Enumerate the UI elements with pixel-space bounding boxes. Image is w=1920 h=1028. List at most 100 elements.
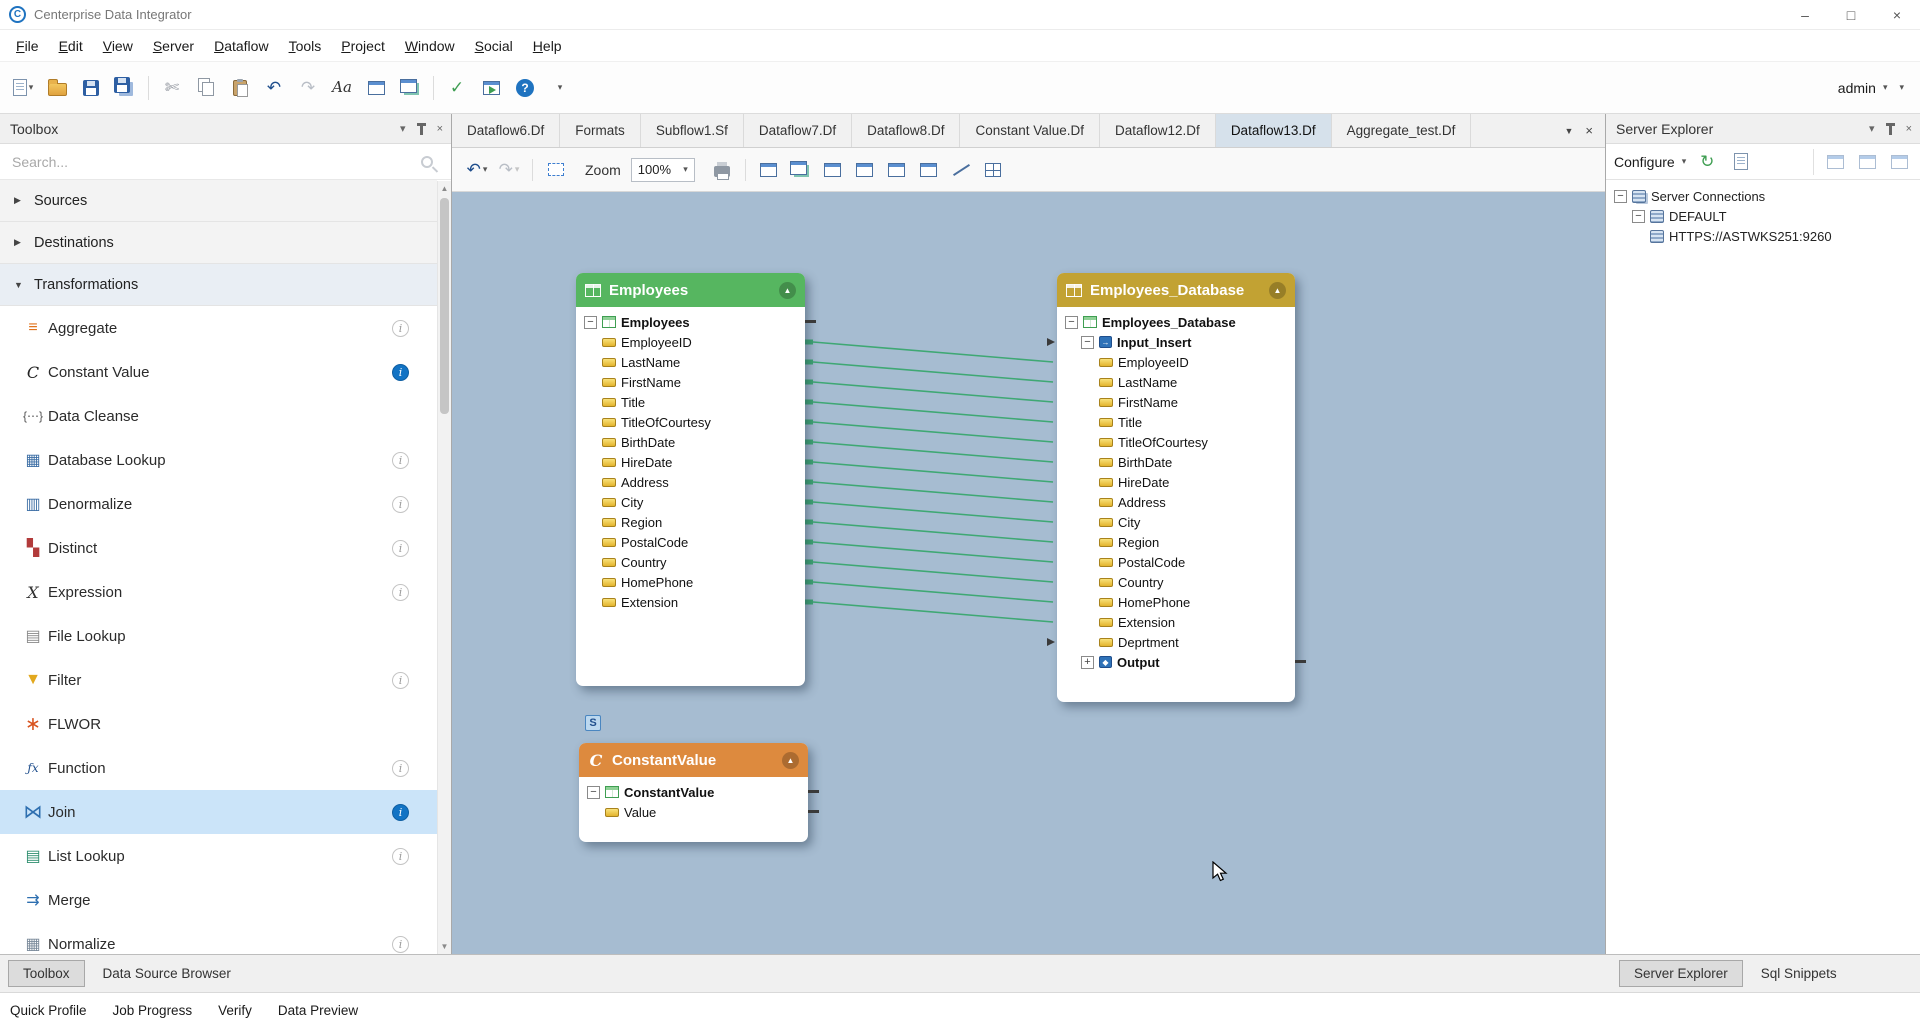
node-constant-value-header[interactable]: C ConstantValue ▲: [579, 743, 808, 777]
scrollbar-thumb[interactable]: [440, 198, 449, 414]
expand-expander-icon[interactable]: +: [1081, 656, 1094, 669]
toolbox-item-constant-value[interactable]: CConstant Valuei: [0, 350, 437, 394]
toolbox-item-merge[interactable]: ⇉Merge: [0, 878, 437, 922]
menu-edit[interactable]: Edit: [49, 30, 93, 62]
field-row[interactable]: PostalCode: [584, 532, 799, 552]
undo-button[interactable]: ↶▾: [462, 155, 492, 185]
configure-button[interactable]: Configure ▾: [1614, 154, 1686, 170]
server-tree-item-default[interactable]: −DEFAULT: [1610, 206, 1916, 226]
field-row[interactable]: Value: [587, 802, 802, 822]
field-row[interactable]: TitleOfCourtesy: [1065, 432, 1289, 452]
auto-layout-button[interactable]: [978, 155, 1008, 185]
window-position-icon[interactable]: ▾: [400, 122, 406, 135]
toolbox-item-function[interactable]: ƒxFunctioni: [0, 746, 437, 790]
status-data-preview[interactable]: Data Preview: [278, 1003, 358, 1018]
toolbar-overflow-button[interactable]: ▾: [1899, 82, 1904, 93]
bottom-tab-toolbox[interactable]: Toolbox: [8, 960, 85, 987]
collapse-node-button[interactable]: ▲: [1269, 282, 1286, 299]
field-row[interactable]: City: [1065, 512, 1289, 532]
toolbox-item-file-lookup[interactable]: ▤File Lookup: [0, 614, 437, 658]
expand-all-button[interactable]: [754, 155, 784, 185]
tab-aggregate-test-df[interactable]: Aggregate_test.Df: [1332, 114, 1472, 147]
status-verify[interactable]: Verify: [218, 1003, 252, 1018]
bottom-tab-data-source-browser[interactable]: Data Source Browser: [89, 961, 245, 986]
paste-button[interactable]: [224, 72, 256, 104]
field-row[interactable]: Region: [584, 512, 799, 532]
field-row[interactable]: Extension: [584, 592, 799, 612]
field-row[interactable]: Country: [584, 552, 799, 572]
field-row[interactable]: Address: [584, 472, 799, 492]
collapse-expander-icon[interactable]: −: [584, 316, 597, 329]
field-row[interactable]: TitleOfCourtesy: [584, 412, 799, 432]
align-left-button[interactable]: [818, 155, 848, 185]
save-all-button[interactable]: [109, 72, 141, 104]
close-panel-icon[interactable]: ×: [437, 123, 443, 135]
menu-file[interactable]: File: [6, 30, 49, 62]
undo-button[interactable]: ↶: [258, 72, 290, 104]
output-port[interactable]: [808, 790, 819, 793]
field-row[interactable]: LastName: [1065, 372, 1289, 392]
tab-constant-value-df[interactable]: Constant Value.Df: [960, 114, 1100, 147]
node-constant-value[interactable]: C ConstantValue ▲ −ConstantValueValue: [579, 743, 808, 842]
server-tree-item-https-astwks251-9260[interactable]: HTTPS://ASTWKS251:9260: [1610, 226, 1916, 246]
toolbox-item-list-lookup[interactable]: ▤List Lookupi: [0, 834, 437, 878]
tab-dataflow7-df[interactable]: Dataflow7.Df: [744, 114, 852, 147]
field-row[interactable]: HireDate: [584, 452, 799, 472]
field-row[interactable]: FirstName: [1065, 392, 1289, 412]
distribute-button[interactable]: [914, 155, 944, 185]
info-icon[interactable]: i: [392, 364, 409, 381]
tab-subflow1-sf[interactable]: Subflow1.Sf: [641, 114, 744, 147]
info-icon[interactable]: i: [392, 320, 409, 337]
node-employees[interactable]: Employees ▲ −EmployeesEmployeeIDLastName…: [576, 273, 805, 686]
scroll-down-button[interactable]: ▼: [438, 939, 451, 954]
collapse-expander-icon[interactable]: −: [587, 786, 600, 799]
collapse-expander-icon[interactable]: −: [1632, 210, 1645, 223]
output-port[interactable]: [808, 810, 819, 813]
validate-button[interactable]: ✓: [441, 72, 473, 104]
collapse-node-button[interactable]: ▲: [779, 282, 796, 299]
refresh-button[interactable]: ↻: [1694, 149, 1720, 175]
scroll-up-button[interactable]: ▲: [438, 181, 451, 196]
input-port[interactable]: [1047, 638, 1055, 646]
field-row[interactable]: FirstName: [584, 372, 799, 392]
format-font-button[interactable]: Aa: [326, 72, 358, 104]
info-icon[interactable]: i: [392, 584, 409, 601]
section-sources[interactable]: ▶Sources: [0, 180, 437, 222]
script-button[interactable]: [1728, 149, 1754, 175]
field-row[interactable]: Country: [1065, 572, 1289, 592]
node-employees-database-header[interactable]: Employees_Database ▲: [1057, 273, 1295, 307]
close-tab-icon[interactable]: ×: [1585, 123, 1593, 138]
toolbox-scrollbar[interactable]: ▲ ▼: [437, 181, 451, 954]
toolbox-item-join[interactable]: ⋈Joini: [0, 790, 437, 834]
field-row[interactable]: Address: [1065, 492, 1289, 512]
field-row[interactable]: Title: [1065, 412, 1289, 432]
node-employees-database[interactable]: Employees_Database ▲ −Employees_Database…: [1057, 273, 1295, 702]
redo-button[interactable]: ↷▾: [494, 155, 524, 185]
field-row[interactable]: HireDate: [1065, 472, 1289, 492]
pin-icon[interactable]: [420, 126, 423, 135]
save-button[interactable]: [75, 72, 107, 104]
tab-dataflow12-df[interactable]: Dataflow12.Df: [1100, 114, 1216, 147]
field-row[interactable]: PostalCode: [1065, 552, 1289, 572]
toolbox-item-filter[interactable]: ▼Filteri: [0, 658, 437, 702]
toolbox-item-flwor[interactable]: ∗FLWOR: [0, 702, 437, 746]
tab-dataflow13-df[interactable]: Dataflow13.Df: [1216, 114, 1332, 147]
open-folder-button[interactable]: [41, 72, 73, 104]
tree-node-output[interactable]: +◆Output: [1065, 652, 1289, 672]
help-button[interactable]: ?: [509, 72, 541, 104]
tree-root-constant-value[interactable]: −ConstantValue: [587, 782, 802, 802]
toolbox-item-normalize[interactable]: ▦Normalizei: [0, 922, 437, 954]
bottom-tab-sql-snippets[interactable]: Sql Snippets: [1747, 961, 1851, 986]
close-panel-icon[interactable]: ×: [1906, 123, 1912, 135]
field-row[interactable]: Region: [1065, 532, 1289, 552]
menu-help[interactable]: Help: [523, 30, 572, 62]
info-icon[interactable]: i: [392, 496, 409, 513]
info-icon[interactable]: i: [392, 936, 409, 953]
admin-menu[interactable]: admin ▾: [1838, 80, 1888, 96]
toolbox-item-denormalize[interactable]: ▥Denormalizei: [0, 482, 437, 526]
section-destinations[interactable]: ▶Destinations: [0, 222, 437, 264]
info-icon[interactable]: i: [392, 540, 409, 557]
edit-properties-button[interactable]: [360, 72, 392, 104]
field-row[interactable]: EmployeeID: [1065, 352, 1289, 372]
node-employees-header[interactable]: Employees ▲: [576, 273, 805, 307]
